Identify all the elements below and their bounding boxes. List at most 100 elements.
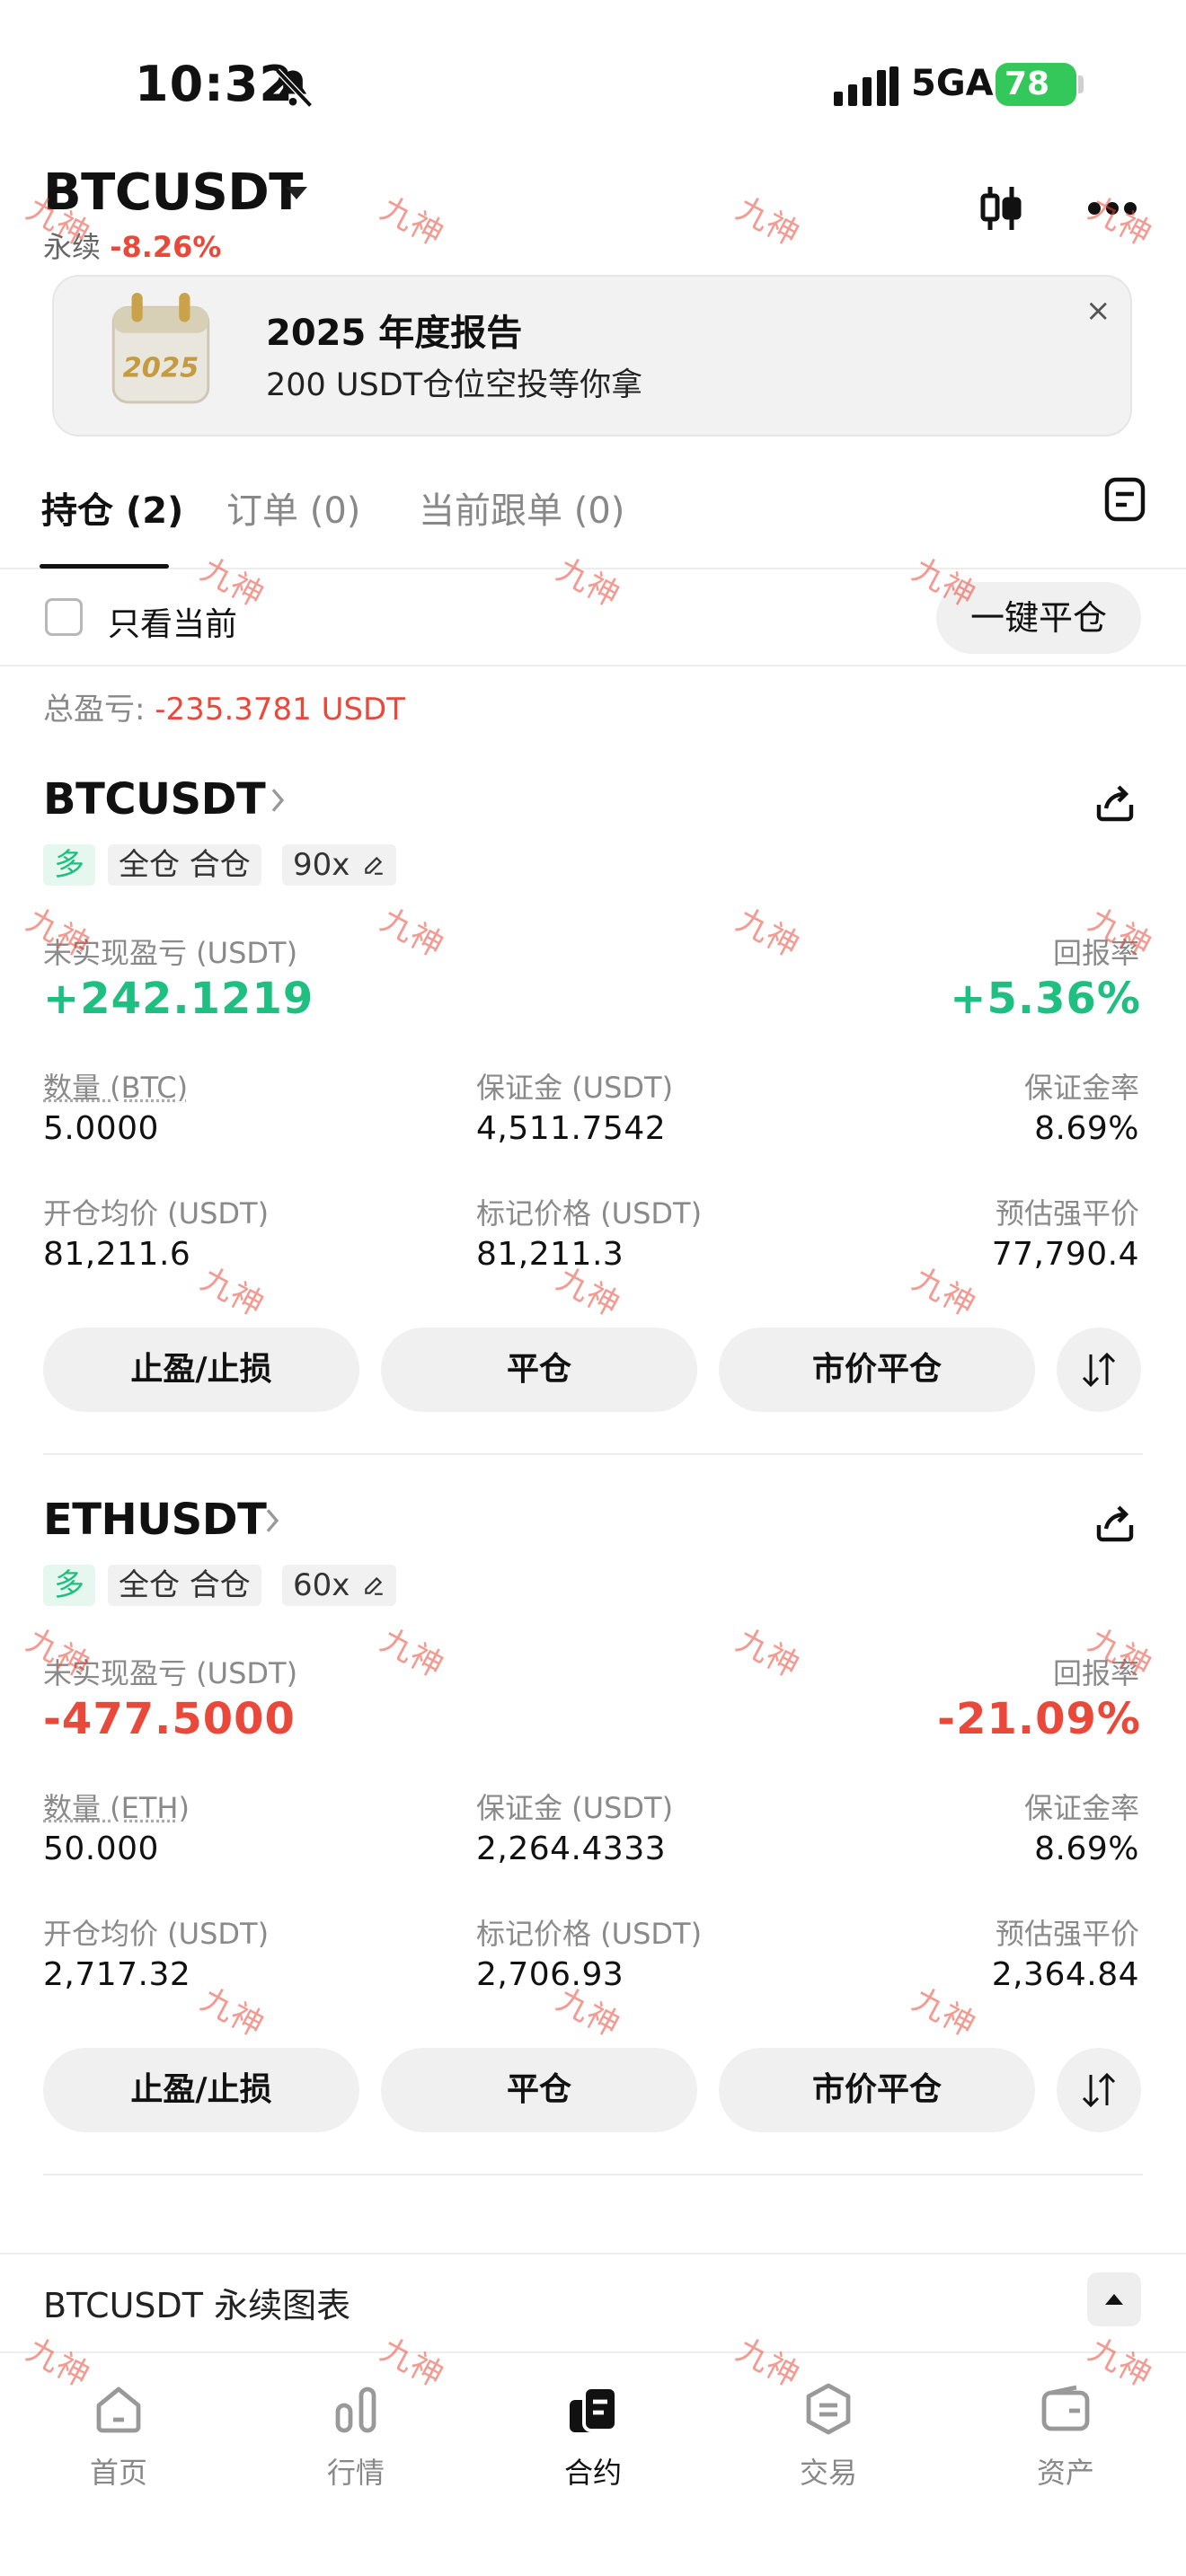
battery-cap xyxy=(1078,75,1084,93)
tab-copy-trades[interactable]: 当前跟单 (0) xyxy=(419,481,624,534)
leverage-value: 90x xyxy=(293,847,350,883)
side-tag: 多 xyxy=(43,1565,95,1606)
watermark: 九神 xyxy=(1082,190,1157,254)
margin-rate-label: 保证金率 xyxy=(1023,1071,1139,1105)
nav-assets-label: 资产 xyxy=(1036,2456,1094,2490)
margin-mode-tag: 全仓 合仓 xyxy=(108,1565,261,1606)
watermark: 九神 xyxy=(194,1981,270,2045)
home-icon xyxy=(96,2386,141,2433)
watermark: 九神 xyxy=(730,902,805,966)
margin-label: 保证金 (USDT) xyxy=(476,1791,674,1825)
liq-price-value: 2,364.84 xyxy=(991,1956,1139,1993)
leverage-value: 60x xyxy=(293,1567,350,1603)
calendar-2025-icon: 2025 xyxy=(111,293,210,404)
total-pnl: 总盈亏: -235.3781 USDT xyxy=(43,684,405,728)
chevron-right-icon[interactable] xyxy=(264,1507,280,1534)
margin-rate-value: 8.69% xyxy=(1034,1110,1139,1147)
market-close-button[interactable]: 市价平仓 xyxy=(719,1328,1035,1412)
tab-positions[interactable]: 持仓 (2) xyxy=(41,481,183,534)
liq-price-label: 预估强平价 xyxy=(995,1917,1139,1951)
position-separator xyxy=(43,1453,1143,1455)
share-icon[interactable] xyxy=(1093,781,1137,825)
nav-home-label: 首页 xyxy=(89,2456,147,2490)
bell-muted-icon xyxy=(275,68,313,108)
close-position-button[interactable]: 平仓 xyxy=(381,1328,697,1412)
watermark: 九神 xyxy=(730,1622,805,1686)
nav-market-label: 行情 xyxy=(326,2456,385,2490)
tp-sl-button[interactable]: 止盈/止损 xyxy=(43,1328,359,1412)
banner-subtitle: 200 USDT仓位空投等你拿 xyxy=(266,367,643,403)
roe-value: +5.36% xyxy=(950,974,1141,1024)
mark-price-label: 标记价格 (USDT) xyxy=(476,1196,703,1231)
chart-section-divider xyxy=(0,2253,1186,2254)
leverage-tag[interactable]: 90x xyxy=(282,844,397,886)
unrealized-pnl-value: -477.5000 xyxy=(43,1694,296,1744)
nav-futures[interactable]: 合约 xyxy=(503,2353,683,2492)
entry-price-value: 2,717.32 xyxy=(43,1956,191,1993)
entry-price-label: 开仓均价 (USDT) xyxy=(43,1917,270,1951)
position-separator xyxy=(43,2174,1143,2175)
banner-title: 2025 年度报告 xyxy=(266,313,523,354)
total-pnl-value: -235.3781 USDT xyxy=(155,692,406,728)
filter-divider xyxy=(0,665,1186,666)
reverse-position-button[interactable] xyxy=(1057,2048,1141,2132)
margin-label: 保证金 (USDT) xyxy=(476,1071,674,1105)
trade-icon xyxy=(806,2383,851,2435)
mark-price-value: 81,211.3 xyxy=(476,1236,624,1273)
position-symbol[interactable]: BTCUSDT xyxy=(43,774,266,825)
calendar-year-text: 2025 xyxy=(123,352,199,384)
mark-price-value: 2,706.93 xyxy=(476,1956,624,1993)
market-close-button[interactable]: 市价平仓 xyxy=(719,2048,1035,2132)
nav-futures-label: 合约 xyxy=(563,2456,622,2490)
caret-down-icon[interactable] xyxy=(286,187,307,199)
edit-icon[interactable] xyxy=(362,1574,385,1597)
network-label: 5GA xyxy=(911,63,994,104)
candlestick-icon[interactable] xyxy=(978,183,1024,234)
reverse-position-button[interactable] xyxy=(1057,1328,1141,1412)
margin-value: 2,264.4333 xyxy=(476,1831,667,1867)
chart-section-title[interactable]: BTCUSDT 永续图表 xyxy=(43,2278,350,2327)
watermark: 九神 xyxy=(550,551,625,615)
entry-price-value: 81,211.6 xyxy=(43,1236,191,1273)
nav-trade-label: 交易 xyxy=(799,2456,857,2490)
side-tag: 多 xyxy=(43,844,95,886)
tab-active-indicator xyxy=(40,564,169,569)
wallet-icon xyxy=(1041,2385,1090,2431)
watermark: 九神 xyxy=(906,1981,981,2045)
edit-icon[interactable] xyxy=(362,853,385,877)
tp-sl-button[interactable]: 止盈/止损 xyxy=(43,2048,359,2132)
liq-price-label: 预估强平价 xyxy=(995,1196,1139,1231)
tab-orders[interactable]: 订单 (0) xyxy=(226,481,360,534)
mark-price-label: 标记价格 (USDT) xyxy=(476,1917,703,1951)
unrealized-pnl-value: +242.1219 xyxy=(43,974,314,1024)
quantity-label[interactable]: 数量 (ETH) xyxy=(43,1786,190,1827)
liq-price-value: 77,790.4 xyxy=(991,1236,1139,1273)
leverage-tag[interactable]: 60x xyxy=(282,1565,397,1606)
quantity-value: 50.000 xyxy=(43,1831,159,1867)
chart-expand-button[interactable] xyxy=(1087,2272,1141,2326)
notes-icon[interactable] xyxy=(1103,476,1146,523)
chevron-right-icon[interactable] xyxy=(270,787,286,814)
close-position-button[interactable]: 平仓 xyxy=(381,2048,697,2132)
entry-price-label: 开仓均价 (USDT) xyxy=(43,1196,270,1231)
banner-close-button[interactable]: × xyxy=(1085,293,1111,329)
watermark: 九神 xyxy=(374,190,449,254)
total-pnl-label: 总盈亏: xyxy=(43,692,146,728)
margin-rate-label: 保证金率 xyxy=(1023,1791,1139,1825)
only-current-checkbox[interactable] xyxy=(45,598,83,636)
share-icon[interactable] xyxy=(1093,1502,1137,1545)
watermark: 九神 xyxy=(730,190,805,254)
futures-icon xyxy=(570,2386,618,2432)
battery-level: 78 xyxy=(996,63,1076,106)
caret-up-icon xyxy=(1105,2294,1123,2305)
position-symbol[interactable]: ETHUSDT xyxy=(43,1495,267,1545)
watermark: 九神 xyxy=(194,1261,270,1325)
roe-value: -21.09% xyxy=(937,1694,1141,1744)
market-icon xyxy=(335,2386,376,2433)
only-current-label[interactable]: 只看当前 xyxy=(108,598,237,645)
watermark: 九神 xyxy=(374,1622,449,1686)
margin-mode-tag: 全仓 合仓 xyxy=(108,844,261,886)
margin-value: 4,511.7542 xyxy=(476,1110,667,1147)
quantity-label[interactable]: 数量 (BTC) xyxy=(43,1065,188,1107)
price-change: -8.26% xyxy=(110,230,222,264)
